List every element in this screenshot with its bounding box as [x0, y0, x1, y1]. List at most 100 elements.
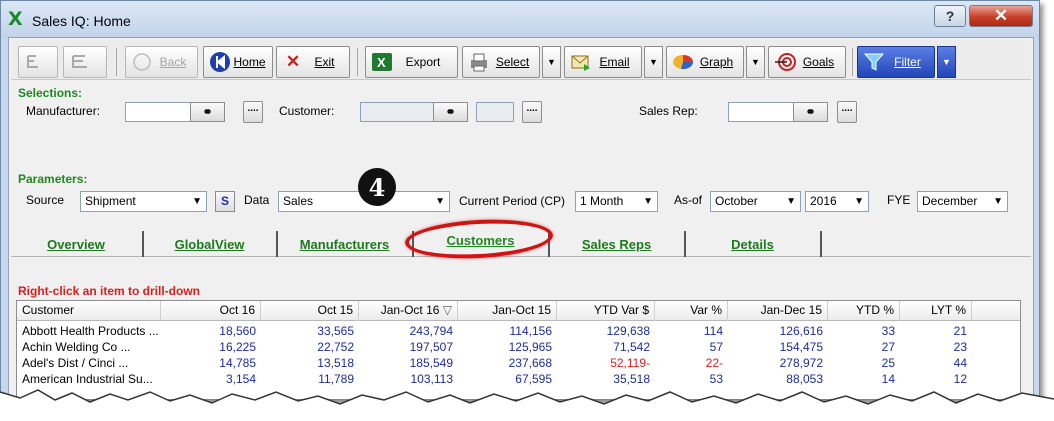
toolbar-separator: [852, 48, 853, 76]
collapse-tree-icon: [24, 51, 46, 73]
cell-jan-dec15: 278,972: [779, 356, 823, 370]
cell-var-pct: 57: [709, 340, 723, 354]
table-row[interactable]: Abbott Health Products ... 18,560 33,565…: [17, 323, 1020, 339]
target-icon: [774, 51, 796, 73]
select-dropdown-arrow[interactable]: ▼: [542, 46, 561, 78]
funnel-icon: [863, 51, 885, 73]
column-header-oct15[interactable]: Oct 15: [261, 301, 359, 321]
column-header-customer[interactable]: Customer: [17, 301, 161, 321]
email-dropdown-arrow[interactable]: ▼: [644, 46, 663, 78]
email-button[interactable]: Email: [564, 46, 642, 78]
chevron-down-icon: ▼: [854, 196, 864, 207]
exit-x-icon: ✕: [285, 52, 301, 71]
cell-var-pct: 53: [709, 372, 723, 386]
cell-ytd-pct: 14: [881, 372, 895, 386]
manufacturer-field[interactable]: [125, 102, 191, 122]
chevron-down-icon: ▼: [192, 196, 202, 207]
table-header: Customer Oct 16 Oct 15 Jan-Oct 16 ▽ Jan-…: [17, 301, 1020, 321]
cell-ytd-var: 35,518: [613, 372, 650, 386]
select-label: Select: [495, 55, 530, 69]
back-button[interactable]: Back: [125, 46, 198, 78]
pie-chart-icon: [672, 51, 694, 73]
fye-value: December: [922, 194, 978, 208]
main-panel: Back Home ✕ Exit X Export Select ▼ Email…: [8, 37, 1034, 399]
data-label: Data: [244, 193, 270, 207]
cell-jan-oct15: 114,156: [509, 324, 553, 338]
table-row[interactable]: Achin Welding Co ... 16,225 22,752 197,5…: [17, 339, 1020, 355]
customer-secondary-field[interactable]: [476, 102, 514, 122]
as-of-label: As-of: [674, 193, 703, 207]
email-label: Email: [599, 55, 630, 69]
as-of-month-select[interactable]: October ▼: [710, 191, 801, 212]
source-s-button[interactable]: S: [215, 191, 235, 212]
close-button[interactable]: ✕: [969, 5, 1033, 27]
export-button[interactable]: X Export: [365, 46, 458, 78]
exit-button[interactable]: ✕ Exit: [276, 46, 350, 78]
filter-button[interactable]: Filter: [857, 46, 935, 78]
fye-select[interactable]: December ▼: [917, 191, 1008, 212]
cell-jan-oct16: 197,507: [409, 340, 453, 354]
home-button[interactable]: Home: [203, 46, 273, 78]
column-header-jan-oct16-label: Jan-Oct 16: [380, 303, 440, 317]
sales-rep-browse-button[interactable]: ....: [837, 101, 857, 123]
customer-field[interactable]: [360, 102, 434, 122]
cell-jan-oct16: 243,794: [409, 324, 453, 338]
tab-overview[interactable]: Overview: [11, 231, 141, 257]
column-header-jan-dec15[interactable]: Jan-Dec 15: [728, 301, 828, 321]
cell-ytd-var: 129,638: [606, 324, 650, 338]
customer-label: Customer:: [279, 104, 335, 118]
sales-rep-search-button[interactable]: ⚭: [793, 102, 828, 122]
customer-name: Adel's Dist / Cinci ...: [22, 356, 129, 370]
select-button[interactable]: Select: [462, 46, 540, 78]
graph-dropdown-arrow[interactable]: ▼: [746, 46, 765, 78]
column-header-oct16[interactable]: Oct 16: [161, 301, 261, 321]
table-row[interactable]: American Industrial Su... 3,154 11,789 1…: [17, 371, 1020, 387]
filter-dropdown-arrow[interactable]: ▼: [937, 46, 956, 78]
graph-label: Graph: [699, 55, 734, 69]
chevron-down-icon: ▼: [786, 196, 796, 207]
toolbar: Back Home ✕ Exit X Export Select ▼ Email…: [11, 40, 1031, 80]
tab-divider: [820, 231, 822, 257]
column-header-jan-oct15[interactable]: Jan-Oct 15: [458, 301, 557, 321]
help-button[interactable]: ?: [934, 5, 966, 27]
column-header-var-pct[interactable]: Var %: [655, 301, 728, 321]
email-icon: [570, 51, 592, 73]
column-header-lyt-pct[interactable]: LYT %: [900, 301, 972, 321]
cell-oct16: 18,560: [219, 324, 256, 338]
customer-search-button[interactable]: ⚭: [433, 102, 468, 122]
sales-rep-field[interactable]: [728, 102, 794, 122]
manufacturer-label: Manufacturer:: [26, 104, 101, 118]
source-select[interactable]: Shipment ▼: [80, 191, 207, 212]
current-period-select[interactable]: 1 Month ▼: [575, 191, 658, 212]
current-period-label: Current Period (CP): [459, 194, 566, 208]
column-header-ytd-var[interactable]: YTD Var $: [557, 301, 655, 321]
cell-jan-oct15: 125,965: [508, 340, 552, 354]
collapse-all-button[interactable]: [18, 46, 58, 78]
cell-jan-oct15: 67,595: [515, 372, 552, 386]
cell-ytd-var: 52,119-: [610, 356, 650, 370]
cell-jan-dec15: 88,053: [786, 372, 823, 386]
graph-button[interactable]: Graph: [666, 46, 744, 78]
tab-sales-reps[interactable]: Sales Reps: [550, 231, 683, 257]
data-value: Sales: [283, 194, 314, 208]
manufacturer-search-button[interactable]: ⚭: [190, 102, 225, 122]
cell-var-pct: 22-: [705, 356, 723, 370]
tab-manufacturers[interactable]: Manufacturers: [278, 231, 411, 257]
customer-browse-button[interactable]: ....: [522, 101, 542, 123]
title-bar: X Sales IQ: Home ? ✕: [1, 1, 1039, 37]
as-of-year-select[interactable]: 2016 ▼: [805, 191, 869, 212]
table-row[interactable]: Adel's Dist / Cinci ... 14,785 13,518 18…: [17, 355, 1020, 371]
column-header-ytd-pct[interactable]: YTD %: [828, 301, 900, 321]
cell-jan-oct15: 237,668: [508, 356, 552, 370]
tab-globalview[interactable]: GlobalView: [144, 231, 275, 257]
customers-table[interactable]: Customer Oct 16 Oct 15 Jan-Oct 16 ▽ Jan-…: [16, 300, 1021, 399]
cell-oct16: 16,225: [219, 340, 256, 354]
home-icon: [209, 51, 231, 73]
tab-details[interactable]: Details: [686, 231, 819, 257]
cell-oct16: 3,154: [225, 372, 256, 386]
goals-button[interactable]: Goals: [768, 46, 846, 78]
expand-all-button[interactable]: [63, 46, 107, 78]
cell-jan-oct16: 185,549: [409, 356, 453, 370]
column-header-jan-oct16[interactable]: Jan-Oct 16 ▽: [359, 301, 458, 321]
manufacturer-browse-button[interactable]: ....: [243, 101, 263, 123]
